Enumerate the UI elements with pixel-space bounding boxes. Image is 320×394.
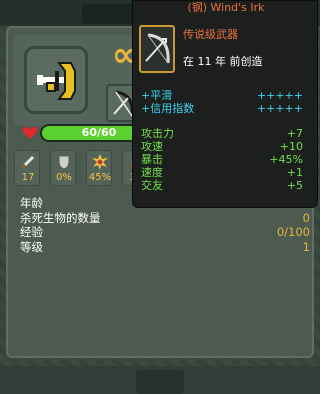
stat-crit-value: 45% xyxy=(88,172,112,183)
info-row-level: 等级 1 xyxy=(20,240,310,255)
stat-defense-value: 0% xyxy=(56,172,72,183)
heart-icon xyxy=(22,127,38,139)
stat-crit[interactable]: 45% xyxy=(86,150,112,186)
bottom-button[interactable] xyxy=(136,370,184,394)
item-tooltip: (钢) Wind's Irk 传说级武器 在 11 年 前创造 +平滑 ++++… xyxy=(132,0,318,208)
item-bonus-value: +++++ xyxy=(256,102,303,115)
item-stat-label: 攻击力 xyxy=(141,127,174,140)
dagger-icon xyxy=(20,155,35,170)
item-stat-label: 暴击 xyxy=(141,153,163,166)
info-kills-value: 0 xyxy=(302,210,310,225)
burst-icon xyxy=(92,154,108,170)
character-avatar[interactable] xyxy=(24,46,88,114)
stat-defense[interactable]: 0% xyxy=(50,150,76,186)
item-icon-frame xyxy=(139,25,175,73)
item-stat-row: 暴击 +45% xyxy=(141,153,303,166)
item-stat-row: 速度 +1 xyxy=(141,166,303,179)
shield-icon xyxy=(58,155,70,170)
info-experience-value: 0/100 xyxy=(276,225,310,239)
info-experience-label: 经验 xyxy=(20,225,43,239)
item-bonus-label: +信用指数 xyxy=(141,102,195,115)
item-bonus-row: +平滑 +++++ xyxy=(141,89,303,102)
bow-icon xyxy=(145,33,170,64)
item-created: 在 11 年 前创造 xyxy=(183,55,263,68)
item-stat-value: +5 xyxy=(286,179,303,192)
item-title: (钢) Wind's Irk xyxy=(187,1,265,14)
item-stat-row: 攻速 +10 xyxy=(141,140,303,153)
info-age-label: 年龄 xyxy=(20,196,43,210)
item-stat-row: 攻击力 +7 xyxy=(141,127,303,140)
info-level-value: 1 xyxy=(302,239,310,254)
item-stat-value: +1 xyxy=(286,166,303,179)
stat-attack-value: 17 xyxy=(21,172,35,183)
item-stat-label: 攻速 xyxy=(141,140,163,153)
item-stat-label: 速度 xyxy=(141,166,163,179)
item-bonus-value: +++++ xyxy=(256,89,303,102)
info-row-experience: 经验 0/100 xyxy=(20,225,310,240)
item-stat-row: 交友 +5 xyxy=(141,179,303,192)
item-rarity: 传说级武器 xyxy=(183,28,238,41)
item-bonus-label: +平滑 xyxy=(141,89,173,102)
game-screen: ∞ 60/60 17 0% 45% 年龄 杀死生物的数量 0 经验 0/100 … xyxy=(0,0,320,394)
info-row-kills: 杀死生物的数量 0 xyxy=(20,211,310,226)
stat-attack[interactable]: 17 xyxy=(14,150,40,186)
item-stat-value: +10 xyxy=(279,140,303,153)
info-kills-label: 杀死生物的数量 xyxy=(20,210,101,225)
item-stat-label: 交友 xyxy=(141,179,163,192)
item-stat-value: +45% xyxy=(269,153,303,166)
info-level-label: 等级 xyxy=(20,239,43,254)
item-stat-value: +7 xyxy=(286,127,303,140)
item-bonus-row: +信用指数 +++++ xyxy=(141,102,303,115)
crossbow-sprite-icon xyxy=(37,62,76,100)
